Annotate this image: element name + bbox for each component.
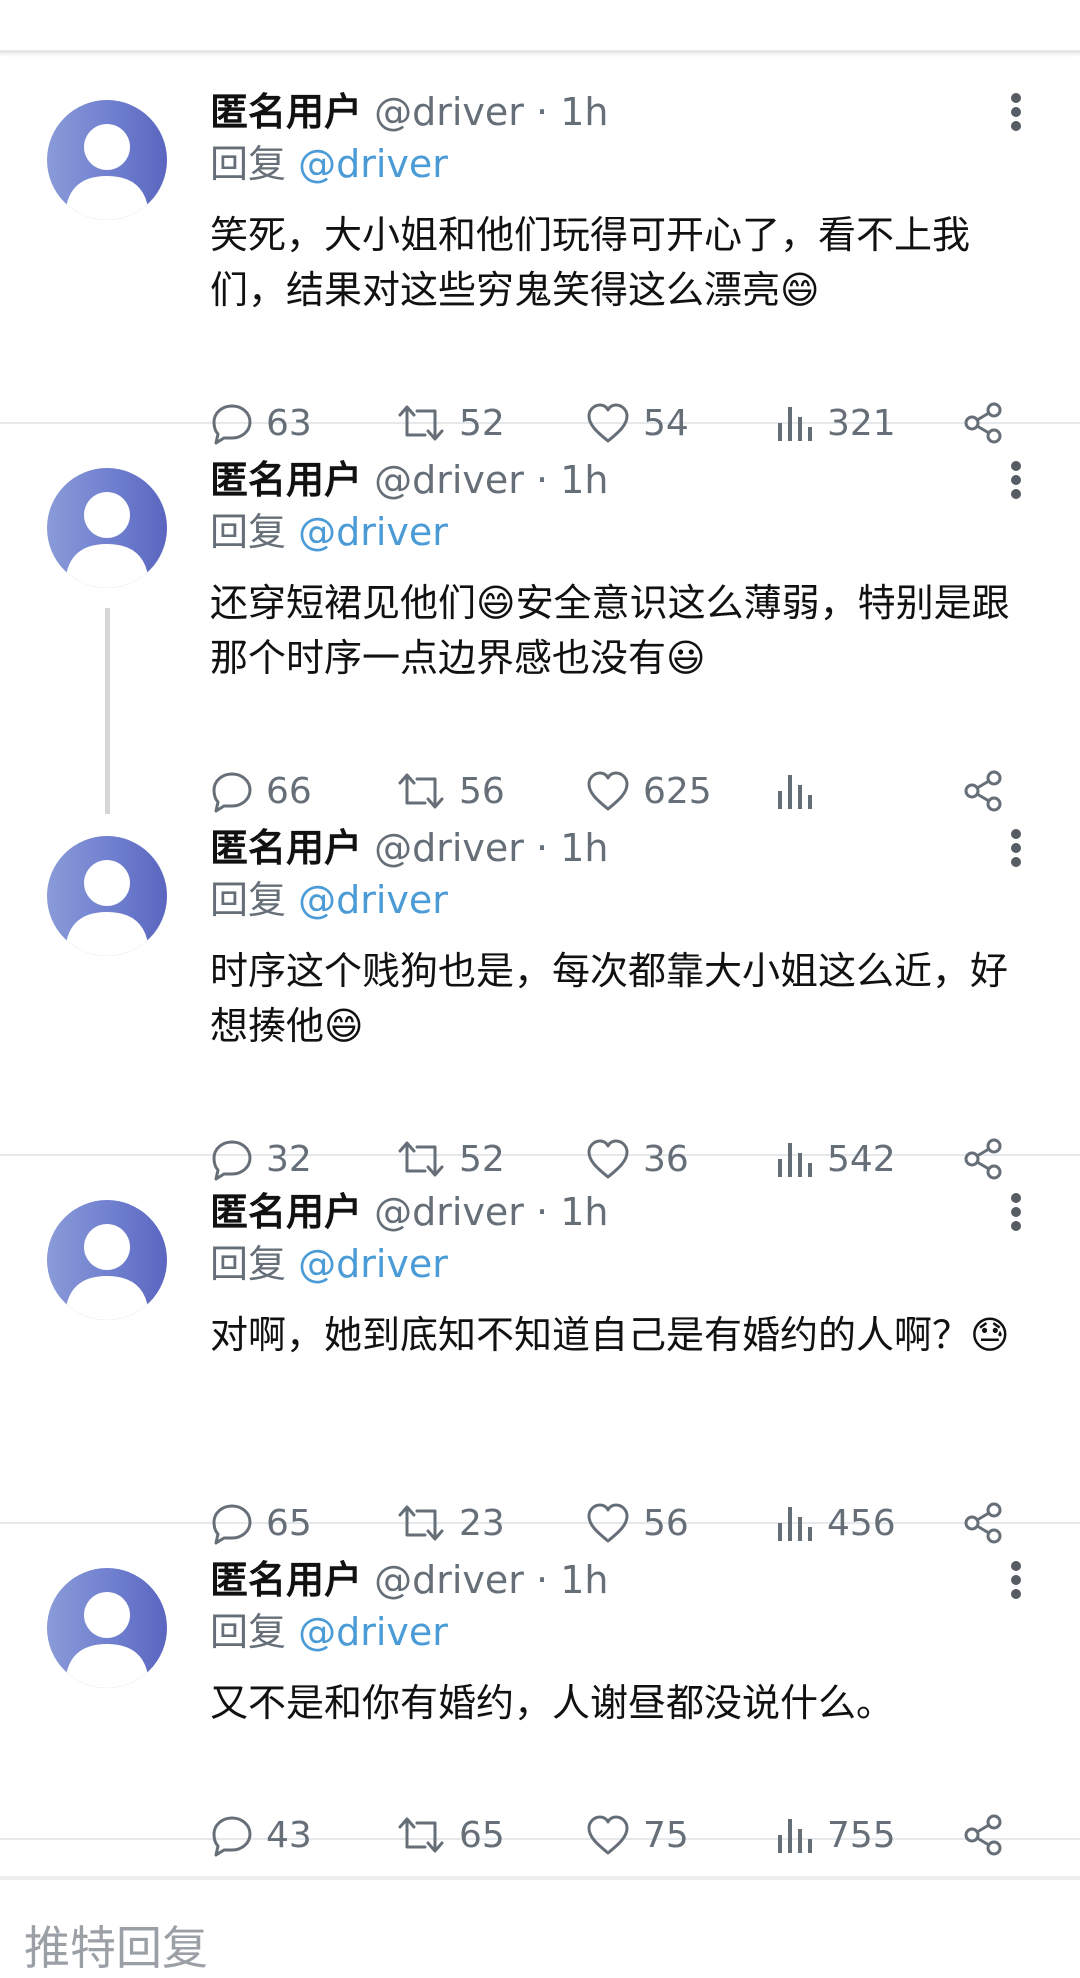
avatar[interactable]: [47, 468, 167, 588]
reply-prefix: 回复: [210, 142, 287, 186]
timestamp[interactable]: 1h: [560, 1190, 608, 1234]
bottom-divider: [0, 1876, 1080, 1880]
default-person-icon: [65, 124, 149, 220]
reply-target-link[interactable]: @driver: [298, 142, 448, 186]
share-icon: [964, 1814, 1002, 1856]
author-handle[interactable]: @driver: [374, 90, 524, 134]
author-handle[interactable]: @driver: [374, 1190, 524, 1234]
separator-dot: ·: [536, 90, 549, 134]
like-button[interactable]: 75: [585, 1808, 689, 1862]
default-person-icon: [65, 860, 149, 956]
reply-prefix: 回复: [210, 878, 287, 922]
tweet-header: 匿名用户 @driver · 1h: [210, 1554, 1030, 1606]
tweet-text: 又不是和你有婚约，人谢昼都没说什么。: [210, 1681, 895, 1725]
reply-prefix: 回复: [210, 1242, 287, 1286]
author-name[interactable]: 匿名用户: [210, 458, 362, 502]
more-options-button[interactable]: [1002, 822, 1030, 874]
tweet-text: 笑死，大小姐和他们玩得可开心了，看不上我们，结果对这些穷鬼笑得这么漂亮😄: [210, 213, 971, 312]
replying-to: 回复 @driver: [210, 874, 1030, 926]
timestamp[interactable]: 1h: [560, 90, 608, 134]
vertical-dots-icon: [1011, 461, 1021, 499]
tweet-text: 还穿短裙见他们😄安全意识这么薄弱，特别是跟那个时序一点边界感也没有😃: [210, 581, 1010, 680]
author-name[interactable]: 匿名用户: [210, 1190, 362, 1234]
section-label: 推特回复: [24, 1921, 208, 1975]
more-options-button[interactable]: [1002, 1186, 1030, 1238]
tweet[interactable]: 匿名用户 @driver · 1h 回复 @driver 笑死，大小姐和他们玩得…: [0, 56, 1080, 445]
tweet[interactable]: 匿名用户 @driver · 1h 回复 @driver 对啊，她到底知不知道自…: [0, 1156, 1080, 1545]
default-person-icon: [65, 1224, 149, 1320]
view-count: 755: [827, 1814, 896, 1856]
reply-feed: 匿名用户 @driver · 1h 回复 @driver 笑死，大小姐和他们玩得…: [0, 56, 1080, 1857]
heart-icon: [587, 1815, 629, 1855]
vertical-dots-icon: [1011, 1193, 1021, 1231]
tweet[interactable]: 匿名用户 @driver · 1h 回复 @driver 时序这个贱狗也是，每次…: [0, 792, 1080, 1181]
author-name[interactable]: 匿名用户: [210, 90, 362, 134]
replying-to: 回复 @driver: [210, 1238, 1030, 1290]
reply-prefix: 回复: [210, 1610, 287, 1654]
top-bar: [0, 0, 1080, 53]
replying-to: 回复 @driver: [210, 138, 1030, 190]
tweet[interactable]: 匿名用户 @driver · 1h 回复 @driver 还穿短裙见他们😄安全意…: [0, 424, 1080, 813]
separator-dot: ·: [536, 1558, 549, 1602]
reply-button[interactable]: 43: [210, 1808, 312, 1862]
retweet-count: 65: [459, 1814, 505, 1856]
separator-dot: ·: [536, 1190, 549, 1234]
reply-icon: [212, 1816, 252, 1857]
timestamp[interactable]: 1h: [560, 458, 608, 502]
tweet-header: 匿名用户 @driver · 1h: [210, 822, 1030, 874]
replying-to: 回复 @driver: [210, 1606, 1030, 1658]
separator-dot: ·: [536, 458, 549, 502]
vertical-dots-icon: [1011, 829, 1021, 867]
like-count: 75: [643, 1814, 689, 1856]
tweet-body: 匿名用户 @driver · 1h 回复 @driver 又不是和你有婚约，人谢…: [210, 1554, 1030, 1857]
separator-dot: ·: [536, 826, 549, 870]
default-person-icon: [65, 492, 149, 588]
retweet-button[interactable]: 65: [395, 1808, 505, 1862]
share-button[interactable]: [960, 1808, 1006, 1862]
views-button[interactable]: 755: [775, 1808, 896, 1862]
vertical-dots-icon: [1011, 93, 1021, 131]
vertical-dots-icon: [1011, 1561, 1021, 1599]
author-name[interactable]: 匿名用户: [210, 826, 362, 870]
tweet-body: 匿名用户 @driver · 1h 回复 @driver 还穿短裙见他们😄安全意…: [210, 454, 1030, 813]
tweet-body: 匿名用户 @driver · 1h 回复 @driver 对啊，她到底知不知道自…: [210, 1186, 1030, 1545]
tweet-actions: 43 65 75 755: [210, 1808, 1030, 1862]
tweet-header: 匿名用户 @driver · 1h: [210, 454, 1030, 506]
more-options-button[interactable]: [1002, 454, 1030, 506]
reply-count: 43: [266, 1814, 312, 1856]
more-options-button[interactable]: [1002, 86, 1030, 138]
timestamp[interactable]: 1h: [560, 826, 608, 870]
tweet[interactable]: 匿名用户 @driver · 1h 回复 @driver 又不是和你有婚约，人谢…: [0, 1524, 1080, 1857]
reply-target-link[interactable]: @driver: [298, 878, 448, 922]
reply-target-link[interactable]: @driver: [298, 1242, 448, 1286]
avatar[interactable]: [47, 1568, 167, 1688]
more-options-button[interactable]: [1002, 1554, 1030, 1606]
avatar[interactable]: [47, 836, 167, 956]
reply-target-link[interactable]: @driver: [298, 510, 448, 554]
author-handle[interactable]: @driver: [374, 1558, 524, 1602]
reply-target-link[interactable]: @driver: [298, 1610, 448, 1654]
author-handle[interactable]: @driver: [374, 826, 524, 870]
timestamp[interactable]: 1h: [560, 1558, 608, 1602]
avatar[interactable]: [47, 100, 167, 220]
tweet-body: 匿名用户 @driver · 1h 回复 @driver 笑死，大小姐和他们玩得…: [210, 86, 1030, 445]
tweet-text: 时序这个贱狗也是，每次都靠大小姐这么近，好想揍他😄: [210, 949, 1009, 1048]
tweet-header: 匿名用户 @driver · 1h: [210, 86, 1030, 138]
reply-prefix: 回复: [210, 510, 287, 554]
avatar[interactable]: [47, 1200, 167, 1320]
replying-to: 回复 @driver: [210, 506, 1030, 558]
tweet-text: 对啊，她到底知不知道自己是有婚约的人啊？😓: [210, 1313, 1010, 1357]
retweet-icon: [398, 1817, 444, 1853]
author-handle[interactable]: @driver: [374, 458, 524, 502]
tweet-header: 匿名用户 @driver · 1h: [210, 1186, 1030, 1238]
tweet-body: 匿名用户 @driver · 1h 回复 @driver 时序这个贱狗也是，每次…: [210, 822, 1030, 1181]
author-name[interactable]: 匿名用户: [210, 1558, 362, 1602]
bar-chart-icon: [778, 1819, 812, 1853]
default-person-icon: [65, 1592, 149, 1688]
